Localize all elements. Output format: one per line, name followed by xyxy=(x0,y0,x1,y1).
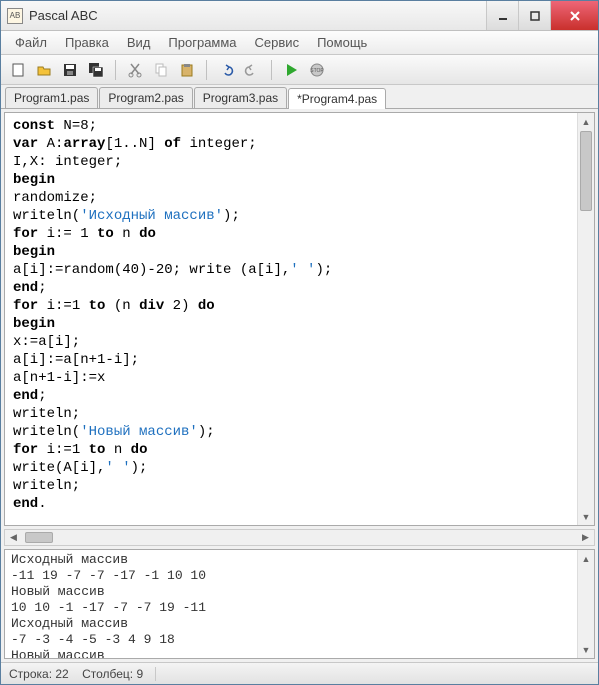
cut-button[interactable] xyxy=(124,59,146,81)
vertical-scrollbar[interactable]: ▲ ▼ xyxy=(577,113,594,525)
horizontal-scrollbar[interactable]: ◀ ▶ xyxy=(4,529,595,546)
separator xyxy=(206,60,207,80)
output-panel: Исходный массив -11 19 -7 -7 -17 -1 10 1… xyxy=(4,549,595,659)
app-window: AB Pascal ABC Файл Правка Вид Программа … xyxy=(0,0,599,685)
undo-button[interactable] xyxy=(215,59,237,81)
window-controls xyxy=(486,1,598,30)
toolbar: STOP xyxy=(1,55,598,85)
titlebar: AB Pascal ABC xyxy=(1,1,598,31)
close-button[interactable] xyxy=(550,1,598,30)
status-col-value: 9 xyxy=(136,667,143,681)
maximize-button[interactable] xyxy=(518,1,550,30)
app-icon: AB xyxy=(7,8,23,24)
status-line: Строка: 22 Столбец: 9 xyxy=(9,667,156,681)
window-title: Pascal ABC xyxy=(29,8,486,23)
copy-button[interactable] xyxy=(150,59,172,81)
scroll-up-icon[interactable]: ▲ xyxy=(578,550,594,567)
status-line-value: 22 xyxy=(55,667,68,681)
redo-button[interactable] xyxy=(241,59,263,81)
scroll-right-icon[interactable]: ▶ xyxy=(577,530,594,545)
stop-button[interactable]: STOP xyxy=(306,59,328,81)
scroll-thumb[interactable] xyxy=(25,532,53,543)
menu-view[interactable]: Вид xyxy=(119,33,159,52)
tab-0[interactable]: Program1.pas xyxy=(5,87,98,108)
editor-area: const N=8;var A:array[1..N] of integer;I… xyxy=(4,112,595,526)
open-file-button[interactable] xyxy=(33,59,55,81)
scroll-left-icon[interactable]: ◀ xyxy=(5,530,22,545)
paste-button[interactable] xyxy=(176,59,198,81)
scroll-thumb[interactable] xyxy=(580,131,592,211)
status-line-label: Строка: xyxy=(9,667,52,681)
save-all-button[interactable] xyxy=(85,59,107,81)
new-file-button[interactable] xyxy=(7,59,29,81)
menu-edit[interactable]: Правка xyxy=(57,33,117,52)
svg-text:STOP: STOP xyxy=(310,68,324,74)
vertical-scrollbar[interactable]: ▲ ▼ xyxy=(577,550,594,658)
menu-file[interactable]: Файл xyxy=(7,33,55,52)
tab-2[interactable]: Program3.pas xyxy=(194,87,287,108)
statusbar: Строка: 22 Столбец: 9 xyxy=(1,662,598,684)
minimize-button[interactable] xyxy=(486,1,518,30)
scroll-up-icon[interactable]: ▲ xyxy=(578,113,594,130)
tab-1[interactable]: Program2.pas xyxy=(99,87,192,108)
scroll-down-icon[interactable]: ▼ xyxy=(578,641,594,658)
menu-help[interactable]: Помощь xyxy=(309,33,375,52)
save-button[interactable] xyxy=(59,59,81,81)
menu-service[interactable]: Сервис xyxy=(247,33,308,52)
separator xyxy=(271,60,272,80)
code-editor[interactable]: const N=8;var A:array[1..N] of integer;I… xyxy=(5,113,577,525)
menu-program[interactable]: Программа xyxy=(160,33,244,52)
tabs-bar: Program1.pasProgram2.pasProgram3.pas*Pro… xyxy=(1,85,598,109)
menubar: Файл Правка Вид Программа Сервис Помощь xyxy=(1,31,598,55)
run-button[interactable] xyxy=(280,59,302,81)
status-col-label: Столбец: xyxy=(82,667,133,681)
output-text[interactable]: Исходный массив -11 19 -7 -7 -17 -1 10 1… xyxy=(5,550,577,658)
tab-3[interactable]: *Program4.pas xyxy=(288,88,386,109)
scroll-down-icon[interactable]: ▼ xyxy=(578,508,594,525)
separator xyxy=(115,60,116,80)
